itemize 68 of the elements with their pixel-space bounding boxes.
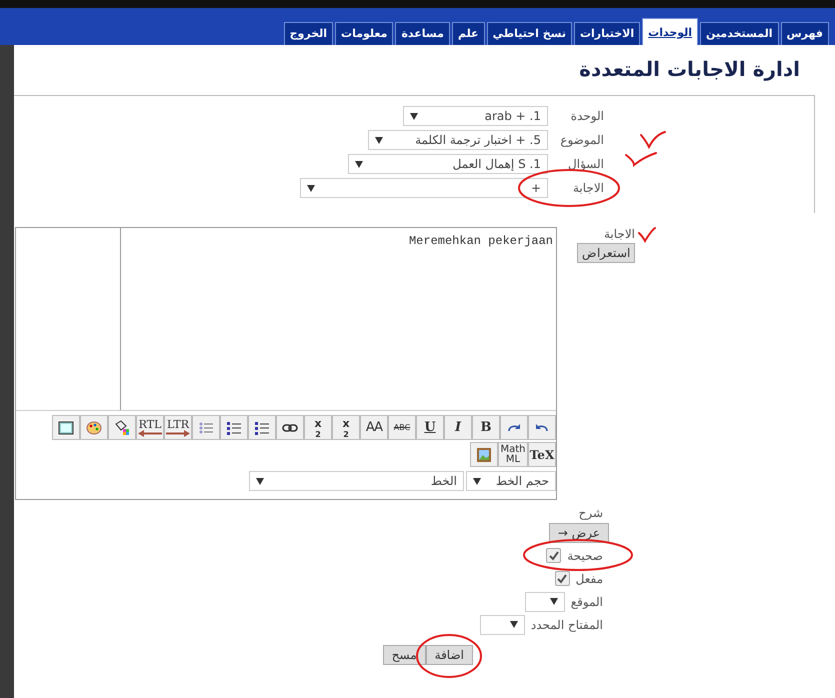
italic-button[interactable]: I: [444, 415, 472, 440]
arrow-icon: [165, 430, 191, 436]
checkbox-label: صحيحة: [567, 548, 603, 562]
check-mark-annotation: [638, 227, 656, 242]
toolbar-button[interactable]: [108, 415, 136, 440]
caret-icon: [307, 184, 315, 192]
caret-icon: [510, 621, 518, 628]
caret-icon: [355, 160, 363, 168]
dropdown[interactable]: [480, 614, 525, 634]
toolbar-button[interactable]: [500, 415, 528, 440]
ltr-button[interactable]: LTR: [164, 415, 192, 440]
toolbar-button[interactable]: [276, 415, 304, 440]
palette-icon: [85, 418, 103, 436]
page-title: ادارة الاجابات المتعددة: [579, 56, 800, 81]
caret-icon: [473, 478, 481, 484]
font-size-button[interactable]: AA: [360, 415, 388, 440]
dropdown[interactable]: [524, 592, 565, 612]
paint-bucket-icon: [113, 418, 131, 436]
nav-tab[interactable]: مساعدة: [395, 22, 450, 45]
tex-button[interactable]: TeX: [528, 442, 556, 467]
dropdown[interactable]: حجم الخط: [466, 471, 556, 491]
caret-icon: [375, 136, 383, 144]
field-label: السؤال: [567, 157, 604, 171]
dropdown[interactable]: +: [300, 178, 548, 198]
strikethrough-button[interactable]: ABC: [388, 415, 416, 440]
nav-tab[interactable]: المستخدمين: [700, 22, 778, 45]
dropdown[interactable]: الخط: [249, 471, 464, 491]
preview-button[interactable]: استعراض: [577, 243, 635, 263]
toolbar-button[interactable]: [528, 415, 556, 440]
nav-tab[interactable]: الخروج: [284, 22, 334, 45]
nav-tab[interactable]: علم: [452, 22, 485, 45]
checkbox[interactable]: [554, 571, 570, 586]
field-label: شرح: [578, 506, 603, 520]
dropdown[interactable]: 1. S إهمال العمل: [348, 154, 548, 174]
caret-icon: [256, 478, 264, 484]
field-label: الموضوع: [559, 133, 604, 147]
nav-tab[interactable]: معلومات: [335, 22, 394, 45]
field-label: الموقع: [570, 594, 603, 608]
field-label: الوحدة: [570, 109, 604, 123]
check-mark-annotation: [625, 152, 657, 166]
add-button[interactable]: اضافة: [426, 645, 473, 665]
bold-button[interactable]: B: [472, 415, 500, 440]
nav-tab[interactable]: فهرس: [780, 22, 829, 45]
field-label: الاجابة: [572, 181, 604, 195]
arrow-icon: [137, 430, 163, 436]
show-button[interactable]: عرض →: [548, 522, 609, 542]
checkbox[interactable]: [546, 548, 562, 563]
checkbox-label: مفعل: [576, 572, 603, 586]
clear-button[interactable]: مسح: [382, 645, 426, 665]
toolbar-button[interactable]: [220, 415, 248, 440]
field-label: المفتاح المحدد: [530, 618, 603, 632]
toolbar-button[interactable]: [248, 415, 276, 440]
nav-tab[interactable]: الاختبارات: [574, 22, 640, 45]
underline-button[interactable]: U: [416, 415, 444, 440]
dropdown[interactable]: 5. + اختبار ترجمة الكلمة: [368, 130, 548, 150]
check-mark-annotation: [640, 131, 666, 148]
caret-icon: [410, 112, 418, 120]
caret-icon: [550, 598, 558, 605]
toolbar-button[interactable]: [52, 415, 80, 440]
circle-annotation: [416, 634, 482, 678]
dropdown[interactable]: 1. + arab: [403, 106, 548, 126]
image-icon: [475, 446, 493, 464]
nav-tab[interactable]: الوحدات: [642, 18, 698, 45]
field-label: الاجابة: [604, 227, 635, 241]
nav-tab[interactable]: نسخ احتياطي: [486, 22, 572, 45]
window-icon: [57, 418, 75, 436]
mathml-button[interactable]: Math ML: [498, 442, 528, 467]
rtl-button[interactable]: RTL: [136, 415, 164, 440]
